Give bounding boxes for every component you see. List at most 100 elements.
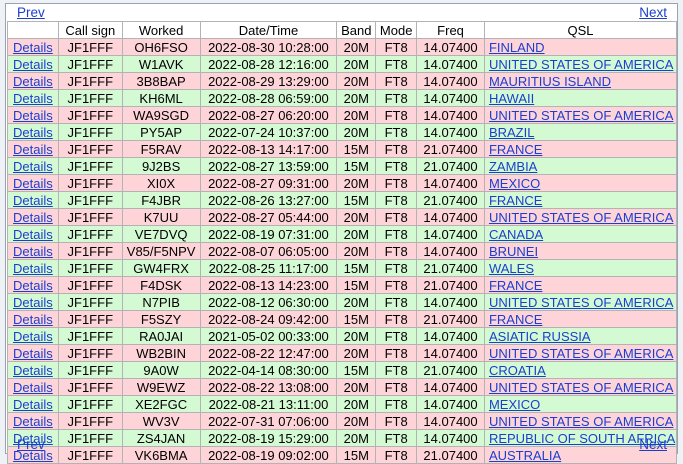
qsl-country-link[interactable]: MEXICO — [489, 397, 540, 412]
next-page-link-bottom[interactable]: Next — [639, 437, 667, 453]
details-link[interactable]: Details — [13, 74, 53, 89]
qsl-country-link[interactable]: FRANCE — [489, 193, 542, 208]
details-link[interactable]: Details — [13, 125, 53, 140]
freq-cell: 14.07400 — [416, 242, 485, 260]
qsl-cell: UNITED STATES OF AMERICA — [483, 344, 678, 362]
details-cell: Details — [7, 157, 59, 175]
details-link[interactable]: Details — [13, 380, 53, 395]
table-header-row: Call sign Worked Date/Time Band Mode Fre… — [7, 21, 678, 39]
details-link[interactable]: Details — [13, 193, 53, 208]
details-link[interactable]: Details — [13, 295, 53, 310]
qsl-country-link[interactable]: UNITED STATES OF AMERICA — [489, 346, 673, 361]
next-page-link-top[interactable]: Next — [639, 5, 667, 21]
worked-cell: K7UU — [121, 208, 201, 226]
call-sign-cell: JF1FFF — [57, 157, 123, 175]
details-link[interactable]: Details — [13, 40, 53, 55]
qsl-country-link[interactable]: FINLAND — [489, 40, 545, 55]
qsl-country-link[interactable]: MAURITIUS ISLAND — [489, 74, 611, 89]
qsl-country-link[interactable]: UNITED STATES OF AMERICA — [489, 414, 673, 429]
qsl-cell: FRANCE — [483, 310, 678, 328]
details-link[interactable]: Details — [13, 414, 53, 429]
datetime-cell: 2022-08-22 13:08:00 — [199, 378, 338, 396]
qsl-country-link[interactable]: ASIATIC RUSSIA — [489, 329, 591, 344]
datetime-cell: 2022-08-28 12:16:00 — [199, 55, 338, 73]
datetime-cell: 2022-08-19 07:31:00 — [199, 225, 338, 243]
mode-cell: FT8 — [375, 106, 418, 124]
qsl-country-link[interactable]: FRANCE — [489, 278, 542, 293]
mode-cell: FT8 — [375, 208, 418, 226]
details-link[interactable]: Details — [13, 227, 53, 242]
worked-cell: F4JBR — [121, 191, 201, 209]
qsl-country-link[interactable]: BRUNEI — [489, 244, 538, 259]
table-row: Details JF1FFF 9A0W 2022-04-14 08:30:00 15M F… — [7, 361, 678, 379]
band-cell: 15M — [336, 310, 377, 328]
qsl-country-link[interactable]: CROATIA — [489, 363, 546, 378]
details-link[interactable]: Details — [13, 244, 53, 259]
qsl-cell: UNITED STATES OF AMERICA — [483, 378, 678, 396]
qsl-country-link[interactable]: FRANCE — [489, 312, 542, 327]
details-link[interactable]: Details — [13, 108, 53, 123]
qsl-country-link[interactable]: BRAZIL — [489, 125, 535, 140]
qsl-country-link[interactable]: MEXICO — [489, 176, 540, 191]
details-link[interactable]: Details — [13, 210, 53, 225]
details-link[interactable]: Details — [13, 176, 53, 191]
details-link[interactable]: Details — [13, 363, 53, 378]
freq-cell: 21.07400 — [416, 157, 485, 175]
details-cell: Details — [7, 123, 59, 141]
details-link[interactable]: Details — [13, 346, 53, 361]
details-link[interactable]: Details — [13, 159, 53, 174]
band-cell: 20M — [336, 378, 377, 396]
table-body: Details JF1FFF OH6FSO 2022-08-30 10:28:00 20… — [7, 38, 678, 464]
call-sign-cell: JF1FFF — [57, 123, 123, 141]
details-link[interactable]: Details — [13, 91, 53, 106]
qsl-country-link[interactable]: CANADA — [489, 227, 543, 242]
qsl-country-link[interactable]: UNITED STATES OF AMERICA — [489, 210, 673, 225]
table-row: Details JF1FFF 3B8BAP 2022-08-29 13:29:00 20… — [7, 72, 678, 90]
band-cell: 20M — [336, 293, 377, 311]
mode-cell: FT8 — [375, 310, 418, 328]
freq-cell: 14.07400 — [416, 174, 485, 192]
band-cell: 20M — [336, 344, 377, 362]
datetime-cell: 2022-08-27 09:31:00 — [199, 174, 338, 192]
details-link[interactable]: Details — [13, 278, 53, 293]
top-pagination: Prev Next — [6, 5, 677, 21]
qsl-cell: BRUNEI — [483, 242, 678, 260]
table-row: Details JF1FFF V85/F5NPV 2022-08-07 06:05:0… — [7, 242, 678, 260]
details-cell: Details — [7, 259, 59, 277]
datetime-cell: 2022-08-25 11:17:00 — [199, 259, 338, 277]
mode-cell: FT8 — [375, 55, 418, 73]
table-row: Details JF1FFF F5RAV 2022-08-13 14:17:00 15M… — [7, 140, 678, 158]
prev-page-link-bottom[interactable]: Prev — [17, 437, 45, 453]
worked-cell: W1AVK — [121, 55, 201, 73]
band-cell: 20M — [336, 242, 377, 260]
details-cell: Details — [7, 89, 59, 107]
details-link[interactable]: Details — [13, 261, 53, 276]
worked-cell: V85/F5NPV — [121, 242, 201, 260]
details-link[interactable]: Details — [13, 142, 53, 157]
call-sign-cell: JF1FFF — [57, 327, 123, 345]
details-cell: Details — [7, 191, 59, 209]
prev-page-link-top[interactable]: Prev — [17, 5, 45, 21]
mode-cell: FT8 — [375, 38, 418, 56]
call-sign-cell: JF1FFF — [57, 276, 123, 294]
qsl-country-link[interactable]: UNITED STATES OF AMERICA — [489, 380, 673, 395]
table-row: Details JF1FFF XI0X 2022-08-27 09:31:00 20M F… — [7, 174, 678, 192]
qsl-country-link[interactable]: ZAMBIA — [489, 159, 537, 174]
qsl-country-link[interactable]: UNITED STATES OF AMERICA — [489, 108, 673, 123]
band-cell: 20M — [336, 208, 377, 226]
call-sign-cell: JF1FFF — [57, 395, 123, 413]
worked-cell: KH6ML — [121, 89, 201, 107]
qsl-country-link[interactable]: FRANCE — [489, 142, 542, 157]
details-link[interactable]: Details — [13, 57, 53, 72]
qsl-country-link[interactable]: UNITED STATES OF AMERICA — [489, 295, 673, 310]
mode-cell: FT8 — [375, 89, 418, 107]
worked-cell: N7PIB — [121, 293, 201, 311]
details-link[interactable]: Details — [13, 397, 53, 412]
details-link[interactable]: Details — [13, 329, 53, 344]
details-link[interactable]: Details — [13, 312, 53, 327]
details-cell: Details — [7, 174, 59, 192]
qsl-country-link[interactable]: WALES — [489, 261, 534, 276]
qsl-country-link[interactable]: UNITED STATES OF AMERICA — [489, 57, 673, 72]
qsl-country-link[interactable]: HAWAII — [489, 91, 534, 106]
call-sign-cell: JF1FFF — [57, 208, 123, 226]
